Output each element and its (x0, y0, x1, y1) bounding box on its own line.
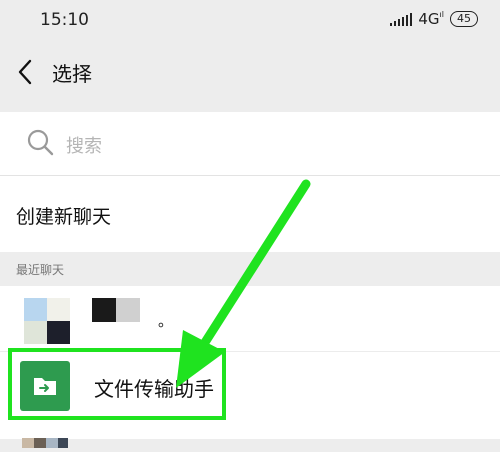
search-bar[interactable]: 搜索 (0, 112, 500, 176)
list-item[interactable]: 。 (0, 286, 500, 352)
new-chat-label: 创建新聊天 (16, 206, 112, 228)
new-chat-item[interactable]: 创建新聊天 (0, 176, 500, 252)
avatar (24, 298, 70, 344)
header-gap (0, 100, 500, 112)
signal-icon (390, 12, 413, 26)
back-arrow-icon[interactable] (14, 57, 38, 87)
nav-header: 选择 (0, 44, 500, 100)
list-item[interactable] (0, 421, 500, 448)
contact-name: 。 (158, 312, 174, 330)
status-indicators: 4Gıl 45 (390, 10, 478, 28)
page-title: 选择 (52, 62, 92, 86)
battery-icon: 45 (450, 11, 478, 27)
status-time: 15:10 (40, 10, 89, 30)
blurred-name (92, 298, 140, 322)
network-sup: ıl (439, 10, 444, 19)
status-bar: 15:10 4Gıl 45 (0, 0, 500, 44)
recent-chats-label: 最近聊天 (16, 263, 65, 277)
annotation-highlight-box (8, 348, 226, 420)
search-icon (26, 128, 56, 158)
recent-chats-header: 最近聊天 (0, 252, 500, 286)
network-type: 4Gıl (418, 10, 444, 28)
search-input[interactable]: 搜索 (66, 132, 102, 158)
avatar (22, 433, 68, 448)
